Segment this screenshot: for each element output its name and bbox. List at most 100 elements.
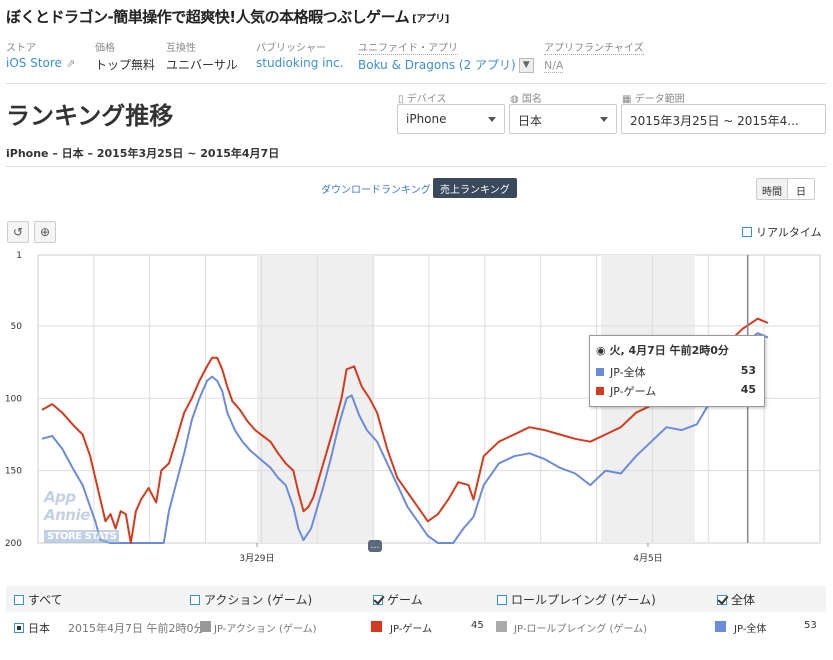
price-value: トップ無料 — [95, 58, 156, 72]
unified-app-link[interactable]: Boku & Dragons (2 アプリ) ▼ — [358, 56, 534, 73]
device-select[interactable]: iPhone — [397, 104, 505, 134]
page-title: ランキング推移 — [6, 102, 174, 130]
y-tick-label: 200 — [5, 539, 22, 549]
x-axis: 3月29日 4月5日 — [239, 543, 663, 564]
zoom-icon: ⊕ — [39, 225, 51, 239]
chart-tooltip: ◉ 火, 4月7日 午前2時0分 JP-全体 53 JP-ゲーム 45 — [589, 335, 765, 407]
price-label: 価格 — [95, 43, 115, 54]
game-row-value: 45 — [471, 620, 484, 631]
zoom-button[interactable]: ⊕ — [34, 221, 56, 243]
legend-all[interactable]: すべて — [14, 591, 63, 608]
device-value: iPhone — [406, 112, 447, 126]
publisher-link[interactable]: studioking inc. — [256, 56, 344, 70]
compat-value: ユニバーサル — [166, 58, 238, 72]
x-tick-label: 3月29日 — [239, 553, 274, 564]
action-swatch — [200, 621, 211, 632]
tooltip-label: JP-全体 — [610, 366, 646, 379]
country-row[interactable]: 日本 — [14, 620, 50, 636]
tooltip-value: 45 — [740, 383, 756, 396]
rp-swatch — [496, 621, 507, 632]
tooltip-row-overall: JP-全体 53 — [596, 364, 758, 379]
realtime-checkbox[interactable] — [742, 227, 752, 237]
tooltip-value: 53 — [740, 364, 756, 377]
country-select[interactable]: 日本 — [509, 104, 617, 134]
roleplaying-checkbox[interactable] — [497, 595, 507, 605]
game-checkbox[interactable] — [373, 595, 383, 605]
x-tick-label: 4月5日 — [633, 553, 662, 564]
day-toggle[interactable]: 日 — [787, 178, 815, 200]
chevron-down-icon[interactable]: ▼ — [518, 58, 534, 73]
device-filter-label: ▯ デバイス — [398, 90, 446, 105]
page-subtitle: iPhone – 日本 – 2015年3月25日 ~ 2015年4月7日 — [6, 147, 280, 160]
divider — [6, 83, 826, 84]
legend-game-label: ゲーム — [387, 593, 423, 607]
chevron-down-icon — [600, 117, 608, 122]
reset-zoom-button[interactable]: ↺ — [7, 221, 29, 243]
franchise-label: アプリフランチャイズ — [544, 39, 644, 55]
action-row-label: JP-アクション (ゲーム) — [214, 624, 317, 635]
realtime-label: リアルタイム — [756, 226, 822, 239]
realtime-toggle[interactable]: リアルタイム — [742, 224, 822, 240]
unified-label: ユニファイド・アプリ — [358, 39, 458, 55]
range-filter-label: ▦ データ範囲 — [622, 90, 685, 105]
franchise-value: N/A — [544, 59, 564, 73]
y-tick-label: 1 — [16, 251, 22, 261]
app-title: ぼくとドラゴン-簡単操作で超爽快!人気の本格暇つぶしゲーム [アプリ] — [6, 6, 449, 27]
action-checkbox[interactable] — [190, 595, 200, 605]
overall-row-label: JP-全体 — [734, 624, 767, 635]
store-link[interactable]: iOS Store ⇗ — [6, 56, 75, 70]
y-tick-label: 50 — [11, 322, 23, 332]
overall-swatch — [715, 621, 726, 632]
hover-timestamp: 2015年4月7日 午前2時0分 — [68, 622, 205, 635]
store-label: ストア — [6, 43, 36, 54]
range-value: 2015年3月25日 ~ 2015年4... — [630, 114, 799, 128]
globe-icon: ◉ — [596, 344, 606, 357]
country-row-label: 日本 — [28, 622, 50, 635]
external-link-icon: ⇗ — [65, 57, 76, 70]
legend-overall[interactable]: 全体 — [717, 591, 755, 608]
all-checkbox[interactable] — [14, 595, 24, 605]
tooltip-title: ◉ 火, 4月7日 午前2時0分 — [596, 342, 758, 358]
weekend-band — [256, 255, 375, 543]
tooltip-row-game: JP-ゲーム 45 — [596, 383, 758, 398]
unified-value: Boku & Dragons (2 アプリ) — [358, 58, 516, 72]
comment-icon[interactable]: … — [368, 540, 382, 552]
sales-ranking-tab[interactable]: 売上ランキング — [433, 178, 517, 198]
legend-game[interactable]: ゲーム — [373, 591, 423, 608]
reset-icon: ↺ — [12, 225, 24, 239]
app-annie-watermark: App Annie STORE STATS — [44, 488, 124, 543]
series-swatch — [596, 368, 604, 376]
y-tick-label: 150 — [5, 467, 22, 477]
publisher-label: パブリッシャー — [256, 43, 326, 54]
legend-rp-label: ロールプレイング (ゲーム) — [511, 593, 656, 607]
game-row-label: JP-ゲーム — [390, 624, 433, 635]
store-value: iOS Store — [6, 56, 62, 70]
divider — [6, 166, 826, 167]
series-swatch — [596, 387, 604, 395]
country-radio[interactable] — [14, 623, 24, 633]
country-value: 日本 — [518, 114, 543, 128]
legend-action[interactable]: アクション (ゲーム) — [190, 591, 312, 608]
legend-roleplaying[interactable]: ロールプレイング (ゲーム) — [497, 591, 656, 608]
game-swatch — [371, 621, 382, 632]
hour-toggle[interactable]: 時間 — [756, 178, 788, 200]
legend-all-label: すべて — [28, 593, 63, 607]
tooltip-title-text: 火, 4月7日 午前2時0分 — [609, 344, 729, 357]
ranking-chart[interactable]: 150100150200 3月29日 4月5日 — [0, 245, 833, 575]
legend-overall-label: 全体 — [731, 593, 756, 607]
watermark-bottom: STORE STATS — [44, 530, 120, 543]
chevron-down-icon — [488, 117, 496, 122]
country-filter-label: ◍ 国名 — [510, 90, 542, 105]
overall-row-value: 53 — [804, 620, 817, 631]
compat-label: 互換性 — [166, 43, 196, 54]
watermark-top: App Annie — [44, 488, 90, 524]
app-tag: [アプリ] — [412, 14, 449, 25]
rp-row-label: JP-ロールプレイング (ゲーム) — [514, 624, 648, 635]
tooltip-label: JP-ゲーム — [610, 385, 657, 398]
y-tick-label: 100 — [5, 394, 22, 404]
legend-action-label: アクション (ゲーム) — [204, 593, 313, 607]
overall-checkbox[interactable] — [717, 595, 727, 605]
download-ranking-tab[interactable]: ダウンロードランキング — [321, 181, 431, 196]
date-range-select[interactable]: 2015年3月25日 ~ 2015年4... — [621, 104, 826, 134]
app-title-text: ぼくとドラゴン-簡単操作で超爽快!人気の本格暇つぶしゲーム — [6, 8, 410, 26]
